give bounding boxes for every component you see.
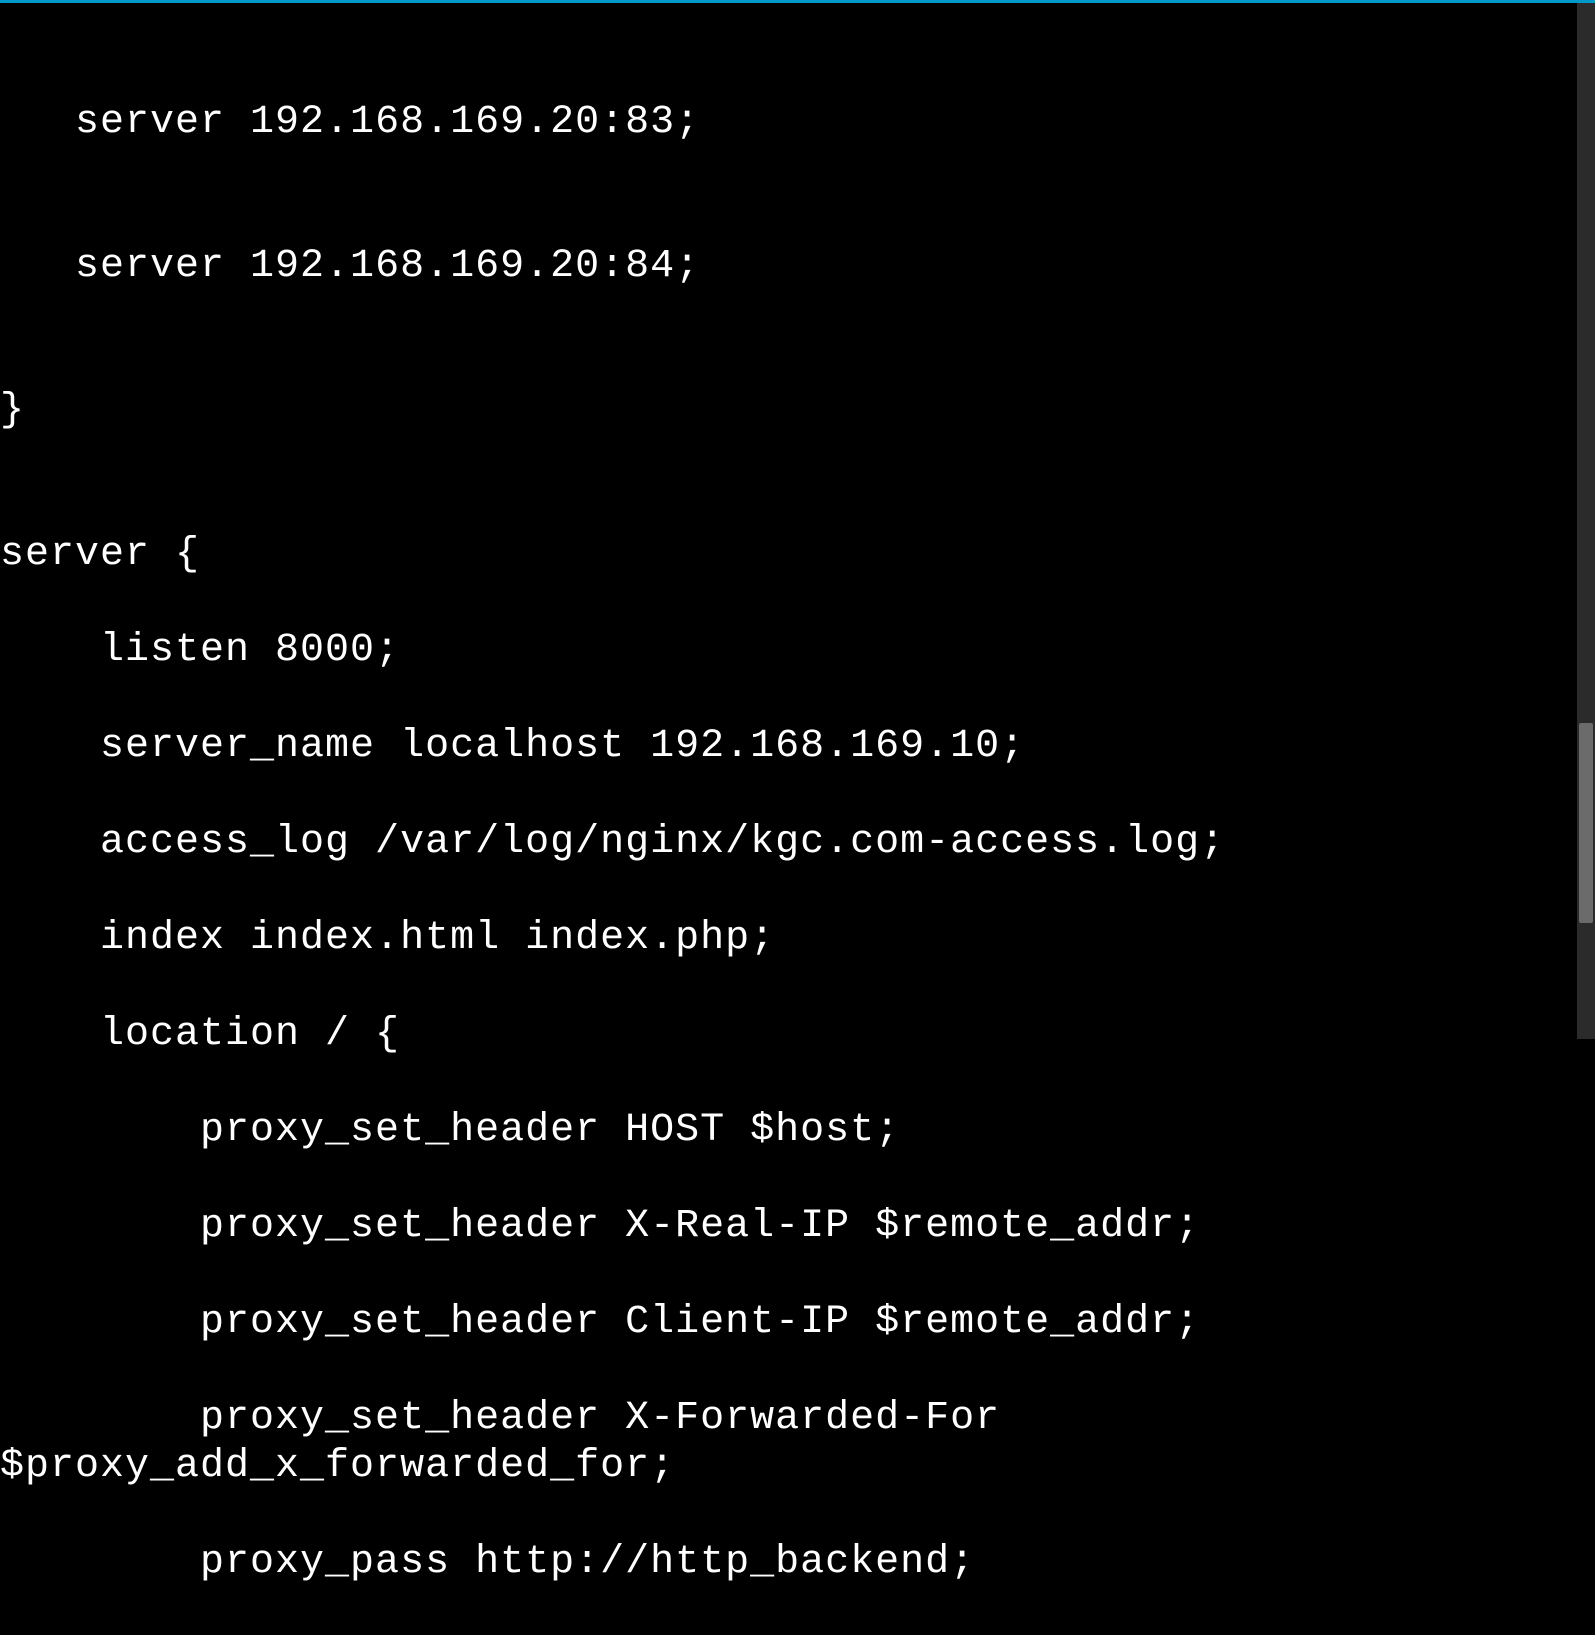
scrollbar-thumb[interactable] — [1579, 723, 1593, 923]
code-line: server 192.168.169.20:84; — [0, 243, 1595, 291]
code-line: index index.html index.php; — [0, 915, 1595, 963]
code-line: proxy_pass http://http_backend; — [0, 1539, 1595, 1587]
code-line: server 192.168.169.20:83; — [0, 99, 1595, 147]
code-line: proxy_set_header HOST $host; — [0, 1107, 1595, 1155]
code-line: server { — [0, 531, 1595, 579]
code-line: } — [0, 387, 1595, 435]
terminal-output[interactable]: server 192.168.169.20:83; server 192.168… — [0, 3, 1595, 1635]
code-line: server_name localhost 192.168.169.10; — [0, 723, 1595, 771]
code-line: access_log /var/log/nginx/kgc.com-access… — [0, 819, 1595, 867]
code-line: proxy_set_header Client-IP $remote_addr; — [0, 1299, 1595, 1347]
scrollbar-track[interactable] — [1577, 3, 1595, 1039]
code-line: proxy_set_header X-Forwarded-For $proxy_… — [0, 1395, 1595, 1491]
code-line: location / { — [0, 1011, 1595, 1059]
code-line: proxy_set_header X-Real-IP $remote_addr; — [0, 1203, 1595, 1251]
code-line: listen 8000; — [0, 627, 1595, 675]
